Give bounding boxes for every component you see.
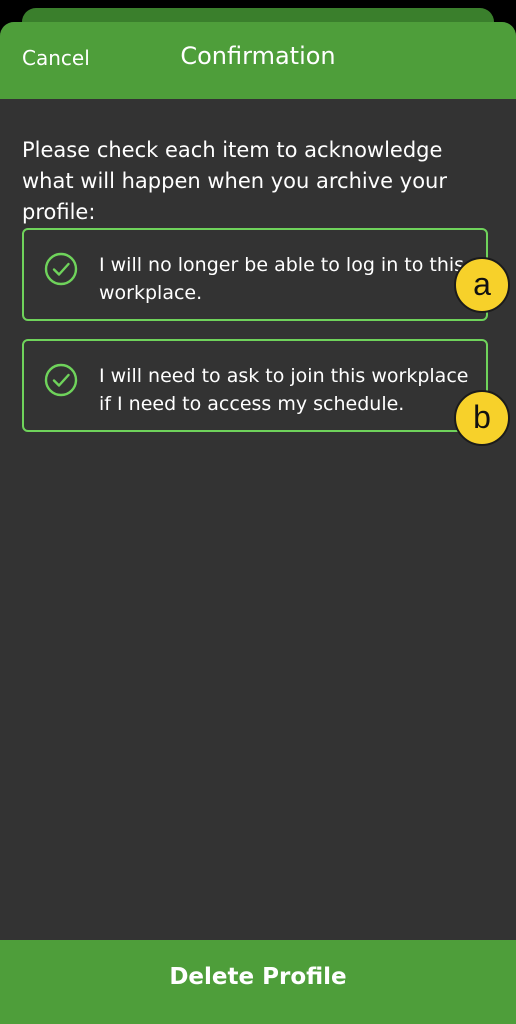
page-title: Confirmation [180,42,336,70]
delete-profile-button[interactable]: Delete Profile [0,940,516,1024]
intro-text: Please check each item to acknowledge wh… [22,138,447,224]
check-circle-icon [44,363,78,397]
check-circle-icon [44,252,78,286]
acknowledge-item-login[interactable]: I will no longer be able to log in to th… [22,228,488,321]
header-bar: Cancel Confirmation [0,22,516,99]
annotation-badge-b: b [454,390,510,446]
annotation-badge-a: a [454,257,510,313]
delete-profile-label: Delete Profile [169,964,347,990]
app-screen: Cancel Confirmation Please check each it… [0,0,516,1024]
confirmation-sheet: Cancel Confirmation Please check each it… [0,22,516,1024]
acknowledge-item-label: I will need to ask to join this workplac… [99,365,469,415]
acknowledge-item-label: I will no longer be able to log in to th… [99,254,465,304]
acknowledge-item-schedule[interactable]: I will need to ask to join this workplac… [22,339,488,432]
